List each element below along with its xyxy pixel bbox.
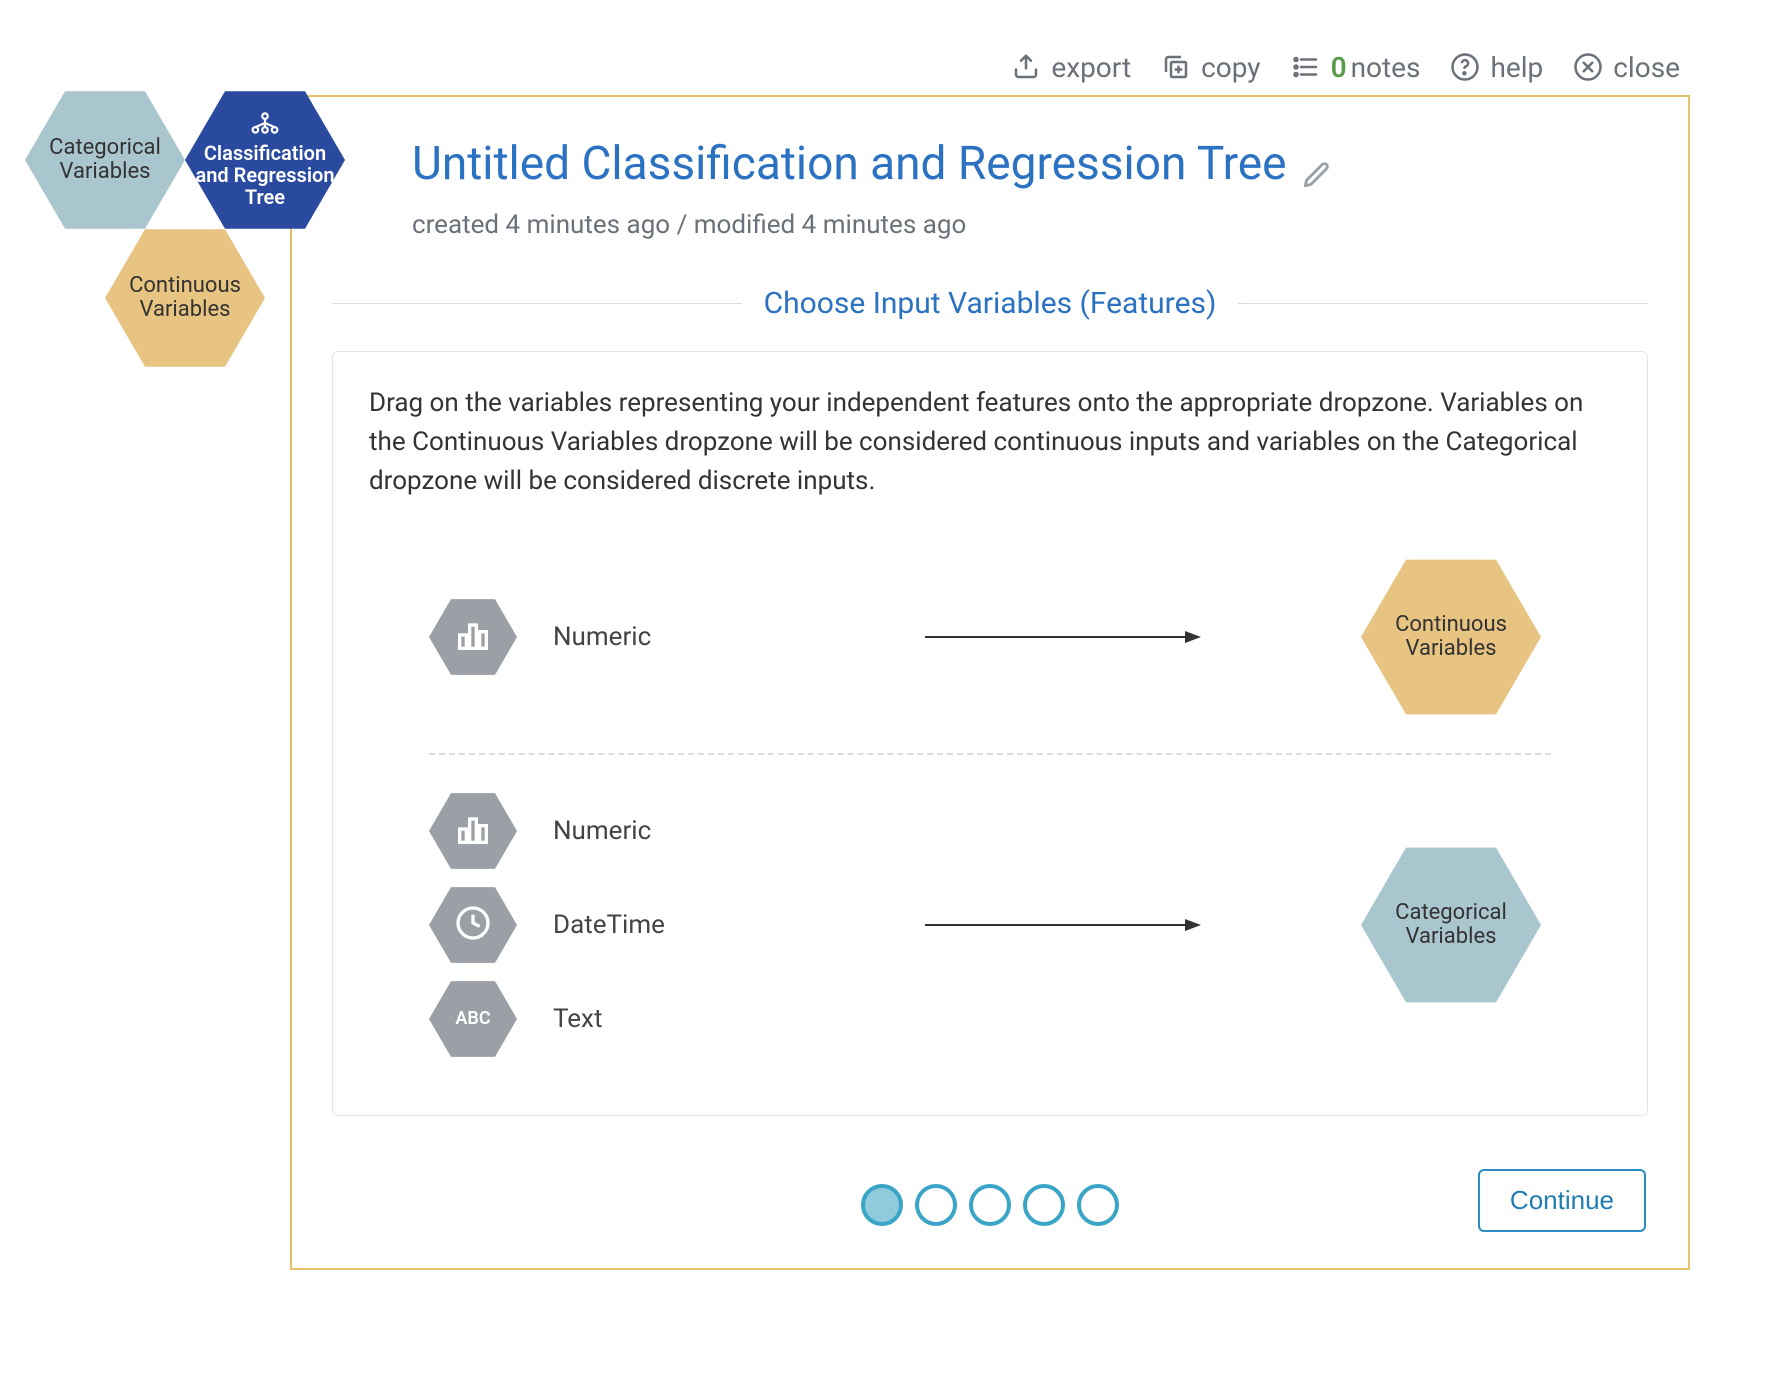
node-label: Continuous Variables [105, 274, 265, 322]
bar-chart-icon [453, 615, 493, 659]
export-label: export [1051, 51, 1131, 84]
node-label: Classification and Regression Tree [185, 142, 345, 208]
main-panel: Untitled Classification and Regression T… [290, 95, 1690, 1270]
categorical-mapping-row: Numeric DateTime [369, 775, 1611, 1075]
step-dot-4[interactable] [1023, 1184, 1065, 1226]
bar-chart-icon [453, 809, 493, 853]
instructions-text: Drag on the variables representing your … [369, 384, 1611, 501]
type-numeric-categorical[interactable]: Numeric [429, 793, 779, 869]
arrow-icon [779, 625, 1351, 649]
categorical-dropzone-label: Categorical Variables [1361, 901, 1541, 949]
tree-icon [185, 112, 345, 138]
categorical-dropzone-hex[interactable]: Categorical Variables [1361, 847, 1541, 1003]
close-label: close [1613, 51, 1680, 84]
export-button[interactable]: export [1009, 50, 1131, 84]
top-action-bar: export copy 0 notes help close [1009, 50, 1680, 84]
text-type-hex: ABC [429, 981, 517, 1057]
node-label: Categorical Variables [25, 136, 185, 184]
categorical-variables-node[interactable]: Categorical Variables [25, 90, 185, 230]
dashed-divider [429, 753, 1551, 755]
help-button[interactable]: help [1448, 50, 1543, 84]
notes-label: notes [1351, 51, 1421, 84]
continuous-dropzone-hex[interactable]: Continuous Variables [1361, 559, 1541, 715]
section-title: Choose Input Variables (Features) [742, 286, 1239, 321]
meta-line: created 4 minutes ago / modified 4 minut… [412, 210, 1638, 240]
notes-icon [1289, 50, 1323, 84]
continuous-variables-node[interactable]: Continuous Variables [105, 228, 265, 368]
page-title: Untitled Classification and Regression T… [412, 137, 1287, 191]
type-numeric[interactable]: Numeric [429, 599, 779, 675]
node-hex-cluster: Categorical Variables Classification and… [25, 60, 365, 420]
type-label: Numeric [553, 816, 651, 846]
section-header: Choose Input Variables (Features) [332, 286, 1648, 321]
close-button[interactable]: close [1571, 50, 1680, 84]
copy-icon [1159, 50, 1193, 84]
divider [1238, 303, 1648, 304]
continuous-mapping-row: Numeric Continuous Variables [369, 541, 1611, 733]
copy-label: copy [1201, 51, 1260, 84]
continue-button[interactable]: Continue [1478, 1169, 1646, 1232]
type-label: DateTime [553, 910, 665, 940]
type-text[interactable]: ABC Text [429, 981, 779, 1057]
arrow-icon [779, 913, 1351, 937]
step-dot-1[interactable] [861, 1184, 903, 1226]
datetime-type-hex [429, 887, 517, 963]
clock-icon [453, 903, 493, 947]
input-variables-card: Drag on the variables representing your … [332, 351, 1648, 1116]
numeric-type-hex [429, 793, 517, 869]
type-datetime[interactable]: DateTime [429, 887, 779, 963]
edit-title-button[interactable] [1301, 156, 1335, 194]
notes-count: 0 [1331, 51, 1347, 84]
help-icon [1448, 50, 1482, 84]
numeric-type-hex [429, 599, 517, 675]
step-dot-3[interactable] [969, 1184, 1011, 1226]
abc-icon: ABC [455, 1009, 490, 1029]
close-icon [1571, 50, 1605, 84]
type-label: Text [553, 1004, 602, 1034]
help-label: help [1490, 51, 1543, 84]
notes-button[interactable]: 0 notes [1289, 50, 1421, 84]
copy-button[interactable]: copy [1159, 50, 1260, 84]
mapping-zone: Numeric Continuous Variables [369, 541, 1611, 1075]
continuous-dropzone-label: Continuous Variables [1361, 613, 1541, 661]
type-label: Numeric [553, 622, 651, 652]
step-dot-2[interactable] [915, 1184, 957, 1226]
divider [332, 303, 742, 304]
export-icon [1009, 50, 1043, 84]
step-dot-5[interactable] [1077, 1184, 1119, 1226]
classification-tree-node[interactable]: Classification and Regression Tree [185, 90, 345, 230]
